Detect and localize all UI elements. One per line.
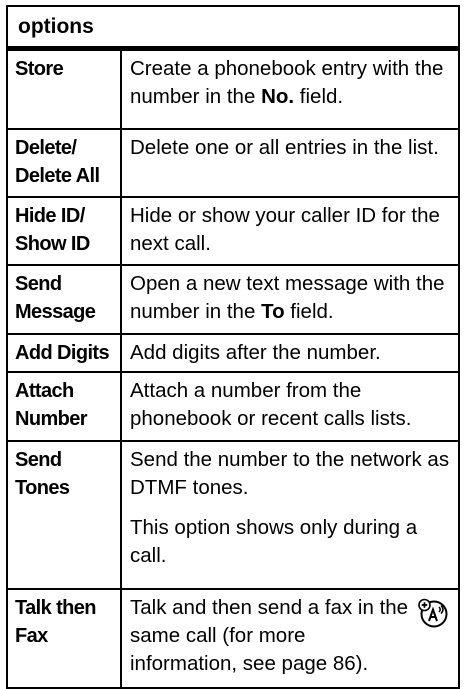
description-paragraph: Delete one or all entries in the list.: [130, 136, 439, 159]
table-row: Hide ID/ Show ID Hide or show your calle…: [8, 198, 458, 266]
term-line-2: Number: [15, 408, 88, 430]
option-term: Send Tones: [8, 442, 120, 588]
description-text: field.: [284, 300, 334, 323]
description-text: field.: [294, 85, 344, 108]
table-row: Send Message Open a new text message wit…: [8, 266, 458, 335]
option-term: Add Digits: [8, 335, 120, 371]
table-row: Attach Number Attach a number from the p…: [8, 373, 458, 442]
option-description: Attach a number from the phonebook or re…: [120, 373, 458, 440]
table-row: Send Tones Send the number to the networ…: [8, 442, 458, 590]
option-term: Store: [8, 51, 120, 128]
term-line-1: Add Digits: [15, 342, 110, 364]
table-row: Talk then Fax Talk and then send a fax i…: [8, 590, 458, 687]
table-header: options: [8, 7, 458, 51]
description-paragraph: Open a new text message with the number …: [130, 270, 452, 326]
description-paragraph: Send the number to the network as DTMF t…: [130, 448, 450, 499]
network-feature-icon: [418, 598, 448, 628]
description-paragraph: Create a phonebook entry with the number…: [130, 55, 452, 111]
option-description: Send the number to the network as DTMF t…: [120, 442, 458, 588]
options-table: options Store Create a phonebook entry w…: [6, 5, 460, 689]
description-paragraph: This option shows only during a call.: [130, 516, 418, 567]
field-name: To: [261, 300, 285, 323]
option-description: Create a phonebook entry with the number…: [120, 51, 458, 128]
term-line-2: Fax: [15, 625, 48, 647]
term-line-1: Send: [15, 273, 62, 295]
table-row: Store Create a phonebook entry with the …: [8, 51, 458, 130]
option-description: Open a new text message with the number …: [120, 266, 458, 333]
option-description: Hide or show your caller ID for the next…: [120, 198, 458, 264]
term-line-1: Delete/: [15, 137, 77, 159]
option-term: Send Message: [8, 266, 120, 333]
term-line-2: Delete All: [15, 165, 100, 187]
option-term: Delete/ Delete All: [8, 130, 120, 196]
term-line-1: Send Tones: [15, 449, 70, 499]
description-paragraph: Add digits after the number.: [130, 341, 381, 364]
term-line-1: Hide ID/: [15, 205, 85, 227]
option-term: Talk then Fax: [8, 590, 120, 687]
description-paragraph: Attach a number from the phonebook or re…: [130, 379, 412, 430]
option-description: Talk and then send a fax in the same cal…: [120, 590, 458, 687]
table-row: Delete/ Delete All Delete one or all ent…: [8, 130, 458, 198]
option-term: Attach Number: [8, 373, 120, 440]
option-description: Add digits after the number.: [120, 335, 458, 371]
term-line-1: Attach: [15, 380, 74, 402]
term-line-1: Talk then: [15, 597, 97, 619]
description-paragraph: Hide or show your caller ID for the next…: [130, 204, 440, 255]
term-line-2: Message: [15, 301, 96, 323]
table-row: Add Digits Add digits after the number.: [8, 335, 458, 373]
option-term: Hide ID/ Show ID: [8, 198, 120, 264]
term-line-2: Show ID: [15, 233, 90, 255]
field-name: No.: [261, 85, 295, 108]
option-description: Delete one or all entries in the list.: [120, 130, 458, 196]
term-line-1: Store: [15, 58, 64, 80]
description-paragraph: Talk and then send a fax in the same cal…: [130, 596, 409, 675]
